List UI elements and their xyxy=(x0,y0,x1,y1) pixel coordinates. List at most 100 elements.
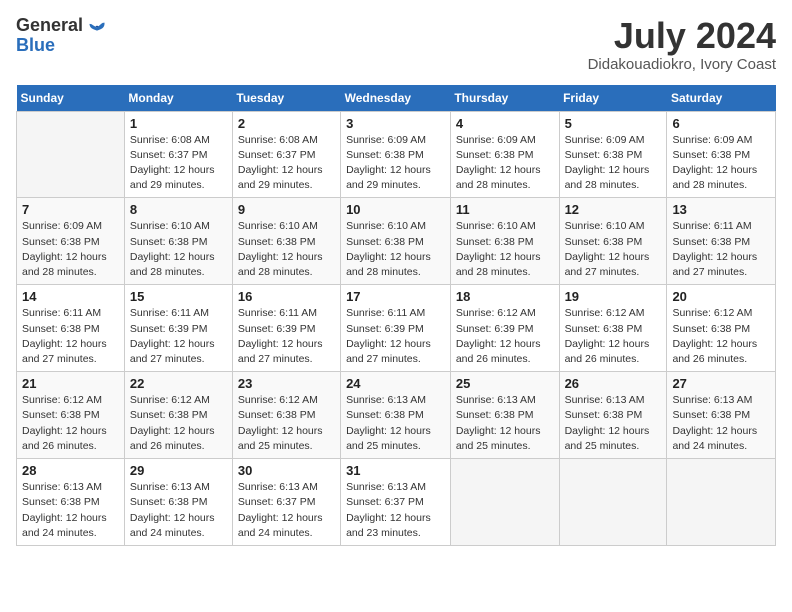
day-number: 29 xyxy=(130,463,227,478)
day-number: 6 xyxy=(672,116,770,131)
day-info: Sunrise: 6:12 AM Sunset: 6:38 PM Dayligh… xyxy=(565,307,650,365)
calendar-cell: 8Sunrise: 6:10 AM Sunset: 6:38 PM Daylig… xyxy=(124,198,232,285)
day-number: 4 xyxy=(456,116,554,131)
day-number: 2 xyxy=(238,116,335,131)
day-info: Sunrise: 6:13 AM Sunset: 6:38 PM Dayligh… xyxy=(346,394,431,452)
header: General Blue July 2024 Didakouadiokro, I… xyxy=(16,16,776,73)
day-number: 13 xyxy=(672,202,770,217)
calendar-cell: 2Sunrise: 6:08 AM Sunset: 6:37 PM Daylig… xyxy=(232,111,340,198)
day-info: Sunrise: 6:13 AM Sunset: 6:37 PM Dayligh… xyxy=(238,481,323,539)
calendar-cell: 17 Sunrise: 6:11 AM Sunset: 6:39 PM Dayli… xyxy=(341,285,451,372)
day-info: Sunrise: 6:12 AM Sunset: 6:38 PM Dayligh… xyxy=(130,394,215,452)
day-info: Sunrise: 6:11 AM Sunset: 6:39 PM Dayligh… xyxy=(346,307,431,365)
calendar-cell: 16 Sunrise: 6:11 AM Sunset: 6:39 PM Dayli… xyxy=(232,285,340,372)
calendar-cell: 5 Sunrise: 6:09 AM Sunset: 6:38 PM Daylig… xyxy=(559,111,667,198)
title-area: July 2024 Didakouadiokro, Ivory Coast xyxy=(588,16,776,73)
day-info: Sunrise: 6:09 AM Sunset: 6:38 PM Dayligh… xyxy=(22,220,107,278)
calendar-cell: 6 Sunrise: 6:09 AM Sunset: 6:38 PM Daylig… xyxy=(667,111,776,198)
calendar-cell: 4 Sunrise: 6:09 AM Sunset: 6:38 PM Daylig… xyxy=(450,111,559,198)
calendar-cell: 1 Sunrise: 6:08 AM Sunset: 6:37 PM Daylig… xyxy=(124,111,232,198)
calendar-week-row: 28 Sunrise: 6:13 AM Sunset: 6:38 PM Dayli… xyxy=(17,459,776,546)
day-number: 3 xyxy=(346,116,445,131)
day-number: 19 xyxy=(565,289,662,304)
day-number: 20 xyxy=(672,289,770,304)
subtitle: Didakouadiokro, Ivory Coast xyxy=(588,56,776,73)
day-number: 22 xyxy=(130,376,227,391)
calendar-week-row: 7Sunrise: 6:09 AM Sunset: 6:38 PM Daylig… xyxy=(17,198,776,285)
day-info: Sunrise: 6:11 AM Sunset: 6:38 PM Dayligh… xyxy=(672,220,757,278)
calendar-cell: 14Sunrise: 6:11 AM Sunset: 6:38 PM Dayli… xyxy=(17,285,125,372)
day-number: 16 xyxy=(238,289,335,304)
calendar-week-row: 1 Sunrise: 6:08 AM Sunset: 6:37 PM Daylig… xyxy=(17,111,776,198)
day-number: 5 xyxy=(565,116,662,131)
calendar-cell: 11 Sunrise: 6:10 AM Sunset: 6:38 PM Dayli… xyxy=(450,198,559,285)
day-info: Sunrise: 6:13 AM Sunset: 6:38 PM Dayligh… xyxy=(22,481,107,539)
day-header-sunday: Sunday xyxy=(17,85,125,112)
calendar-cell: 12 Sunrise: 6:10 AM Sunset: 6:38 PM Dayli… xyxy=(559,198,667,285)
calendar-cell: 28 Sunrise: 6:13 AM Sunset: 6:38 PM Dayli… xyxy=(17,459,125,546)
day-info: Sunrise: 6:12 AM Sunset: 6:38 PM Dayligh… xyxy=(22,394,107,452)
day-info: Sunrise: 6:08 AM Sunset: 6:37 PM Dayligh… xyxy=(130,134,215,192)
calendar-cell: 27 Sunrise: 6:13 AM Sunset: 6:38 PM Dayli… xyxy=(667,372,776,459)
day-info: Sunrise: 6:10 AM Sunset: 6:38 PM Dayligh… xyxy=(456,220,541,278)
day-number: 15 xyxy=(130,289,227,304)
calendar-cell: 24Sunrise: 6:13 AM Sunset: 6:38 PM Dayli… xyxy=(341,372,451,459)
logo-blue-text: Blue xyxy=(16,35,55,55)
day-number: 9 xyxy=(238,202,335,217)
calendar-cell: 29 Sunrise: 6:13 AM Sunset: 6:38 PM Dayli… xyxy=(124,459,232,546)
calendar-cell: 26 Sunrise: 6:13 AM Sunset: 6:38 PM Dayli… xyxy=(559,372,667,459)
calendar-week-row: 14Sunrise: 6:11 AM Sunset: 6:38 PM Dayli… xyxy=(17,285,776,372)
day-info: Sunrise: 6:10 AM Sunset: 6:38 PM Dayligh… xyxy=(565,220,650,278)
day-header-wednesday: Wednesday xyxy=(341,85,451,112)
day-info: Sunrise: 6:09 AM Sunset: 6:38 PM Dayligh… xyxy=(565,134,650,192)
calendar-cell: 3Sunrise: 6:09 AM Sunset: 6:38 PM Daylig… xyxy=(341,111,451,198)
calendar-cell: 31Sunrise: 6:13 AM Sunset: 6:37 PM Dayli… xyxy=(341,459,451,546)
calendar-cell: 13 Sunrise: 6:11 AM Sunset: 6:38 PM Dayli… xyxy=(667,198,776,285)
day-number: 11 xyxy=(456,202,554,217)
day-number: 10 xyxy=(346,202,445,217)
day-number: 27 xyxy=(672,376,770,391)
calendar-cell: 10 Sunrise: 6:10 AM Sunset: 6:38 PM Dayli… xyxy=(341,198,451,285)
calendar-cell: 15Sunrise: 6:11 AM Sunset: 6:39 PM Dayli… xyxy=(124,285,232,372)
day-number: 23 xyxy=(238,376,335,391)
day-info: Sunrise: 6:11 AM Sunset: 6:39 PM Dayligh… xyxy=(238,307,323,365)
day-header-thursday: Thursday xyxy=(450,85,559,112)
day-number: 12 xyxy=(565,202,662,217)
day-number: 28 xyxy=(22,463,119,478)
day-info: Sunrise: 6:12 AM Sunset: 6:38 PM Dayligh… xyxy=(238,394,323,452)
header-row: SundayMondayTuesdayWednesdayThursdayFrid… xyxy=(17,85,776,112)
day-info: Sunrise: 6:12 AM Sunset: 6:39 PM Dayligh… xyxy=(456,307,541,365)
day-info: Sunrise: 6:10 AM Sunset: 6:38 PM Dayligh… xyxy=(238,220,323,278)
logo-bird-icon xyxy=(87,16,107,36)
calendar-cell: 18Sunrise: 6:12 AM Sunset: 6:39 PM Dayli… xyxy=(450,285,559,372)
day-info: Sunrise: 6:09 AM Sunset: 6:38 PM Dayligh… xyxy=(672,134,757,192)
calendar-cell: 20 Sunrise: 6:12 AM Sunset: 6:38 PM Dayli… xyxy=(667,285,776,372)
day-info: Sunrise: 6:12 AM Sunset: 6:38 PM Dayligh… xyxy=(672,307,757,365)
day-info: Sunrise: 6:13 AM Sunset: 6:38 PM Dayligh… xyxy=(565,394,650,452)
day-number: 17 xyxy=(346,289,445,304)
calendar-table: SundayMondayTuesdayWednesdayThursdayFrid… xyxy=(16,85,776,546)
calendar-cell xyxy=(559,459,667,546)
calendar-cell: 9 Sunrise: 6:10 AM Sunset: 6:38 PM Daylig… xyxy=(232,198,340,285)
main-title: July 2024 xyxy=(588,16,776,56)
day-info: Sunrise: 6:13 AM Sunset: 6:37 PM Dayligh… xyxy=(346,481,431,539)
day-info: Sunrise: 6:10 AM Sunset: 6:38 PM Dayligh… xyxy=(346,220,431,278)
calendar-cell: 25Sunrise: 6:13 AM Sunset: 6:38 PM Dayli… xyxy=(450,372,559,459)
calendar-week-row: 21Sunrise: 6:12 AM Sunset: 6:38 PM Dayli… xyxy=(17,372,776,459)
day-info: Sunrise: 6:09 AM Sunset: 6:38 PM Dayligh… xyxy=(456,134,541,192)
logo-general-text: General xyxy=(16,16,83,36)
calendar-cell: 7Sunrise: 6:09 AM Sunset: 6:38 PM Daylig… xyxy=(17,198,125,285)
day-header-tuesday: Tuesday xyxy=(232,85,340,112)
day-number: 1 xyxy=(130,116,227,131)
calendar-cell: 22 Sunrise: 6:12 AM Sunset: 6:38 PM Dayli… xyxy=(124,372,232,459)
day-number: 26 xyxy=(565,376,662,391)
calendar-cell xyxy=(450,459,559,546)
day-info: Sunrise: 6:13 AM Sunset: 6:38 PM Dayligh… xyxy=(672,394,757,452)
logo: General Blue xyxy=(16,16,107,56)
calendar-cell: 19 Sunrise: 6:12 AM Sunset: 6:38 PM Dayli… xyxy=(559,285,667,372)
day-number: 8 xyxy=(130,202,227,217)
day-info: Sunrise: 6:13 AM Sunset: 6:38 PM Dayligh… xyxy=(456,394,541,452)
day-info: Sunrise: 6:13 AM Sunset: 6:38 PM Dayligh… xyxy=(130,481,215,539)
day-info: Sunrise: 6:11 AM Sunset: 6:38 PM Dayligh… xyxy=(22,307,107,365)
calendar-cell: 23 Sunrise: 6:12 AM Sunset: 6:38 PM Dayli… xyxy=(232,372,340,459)
